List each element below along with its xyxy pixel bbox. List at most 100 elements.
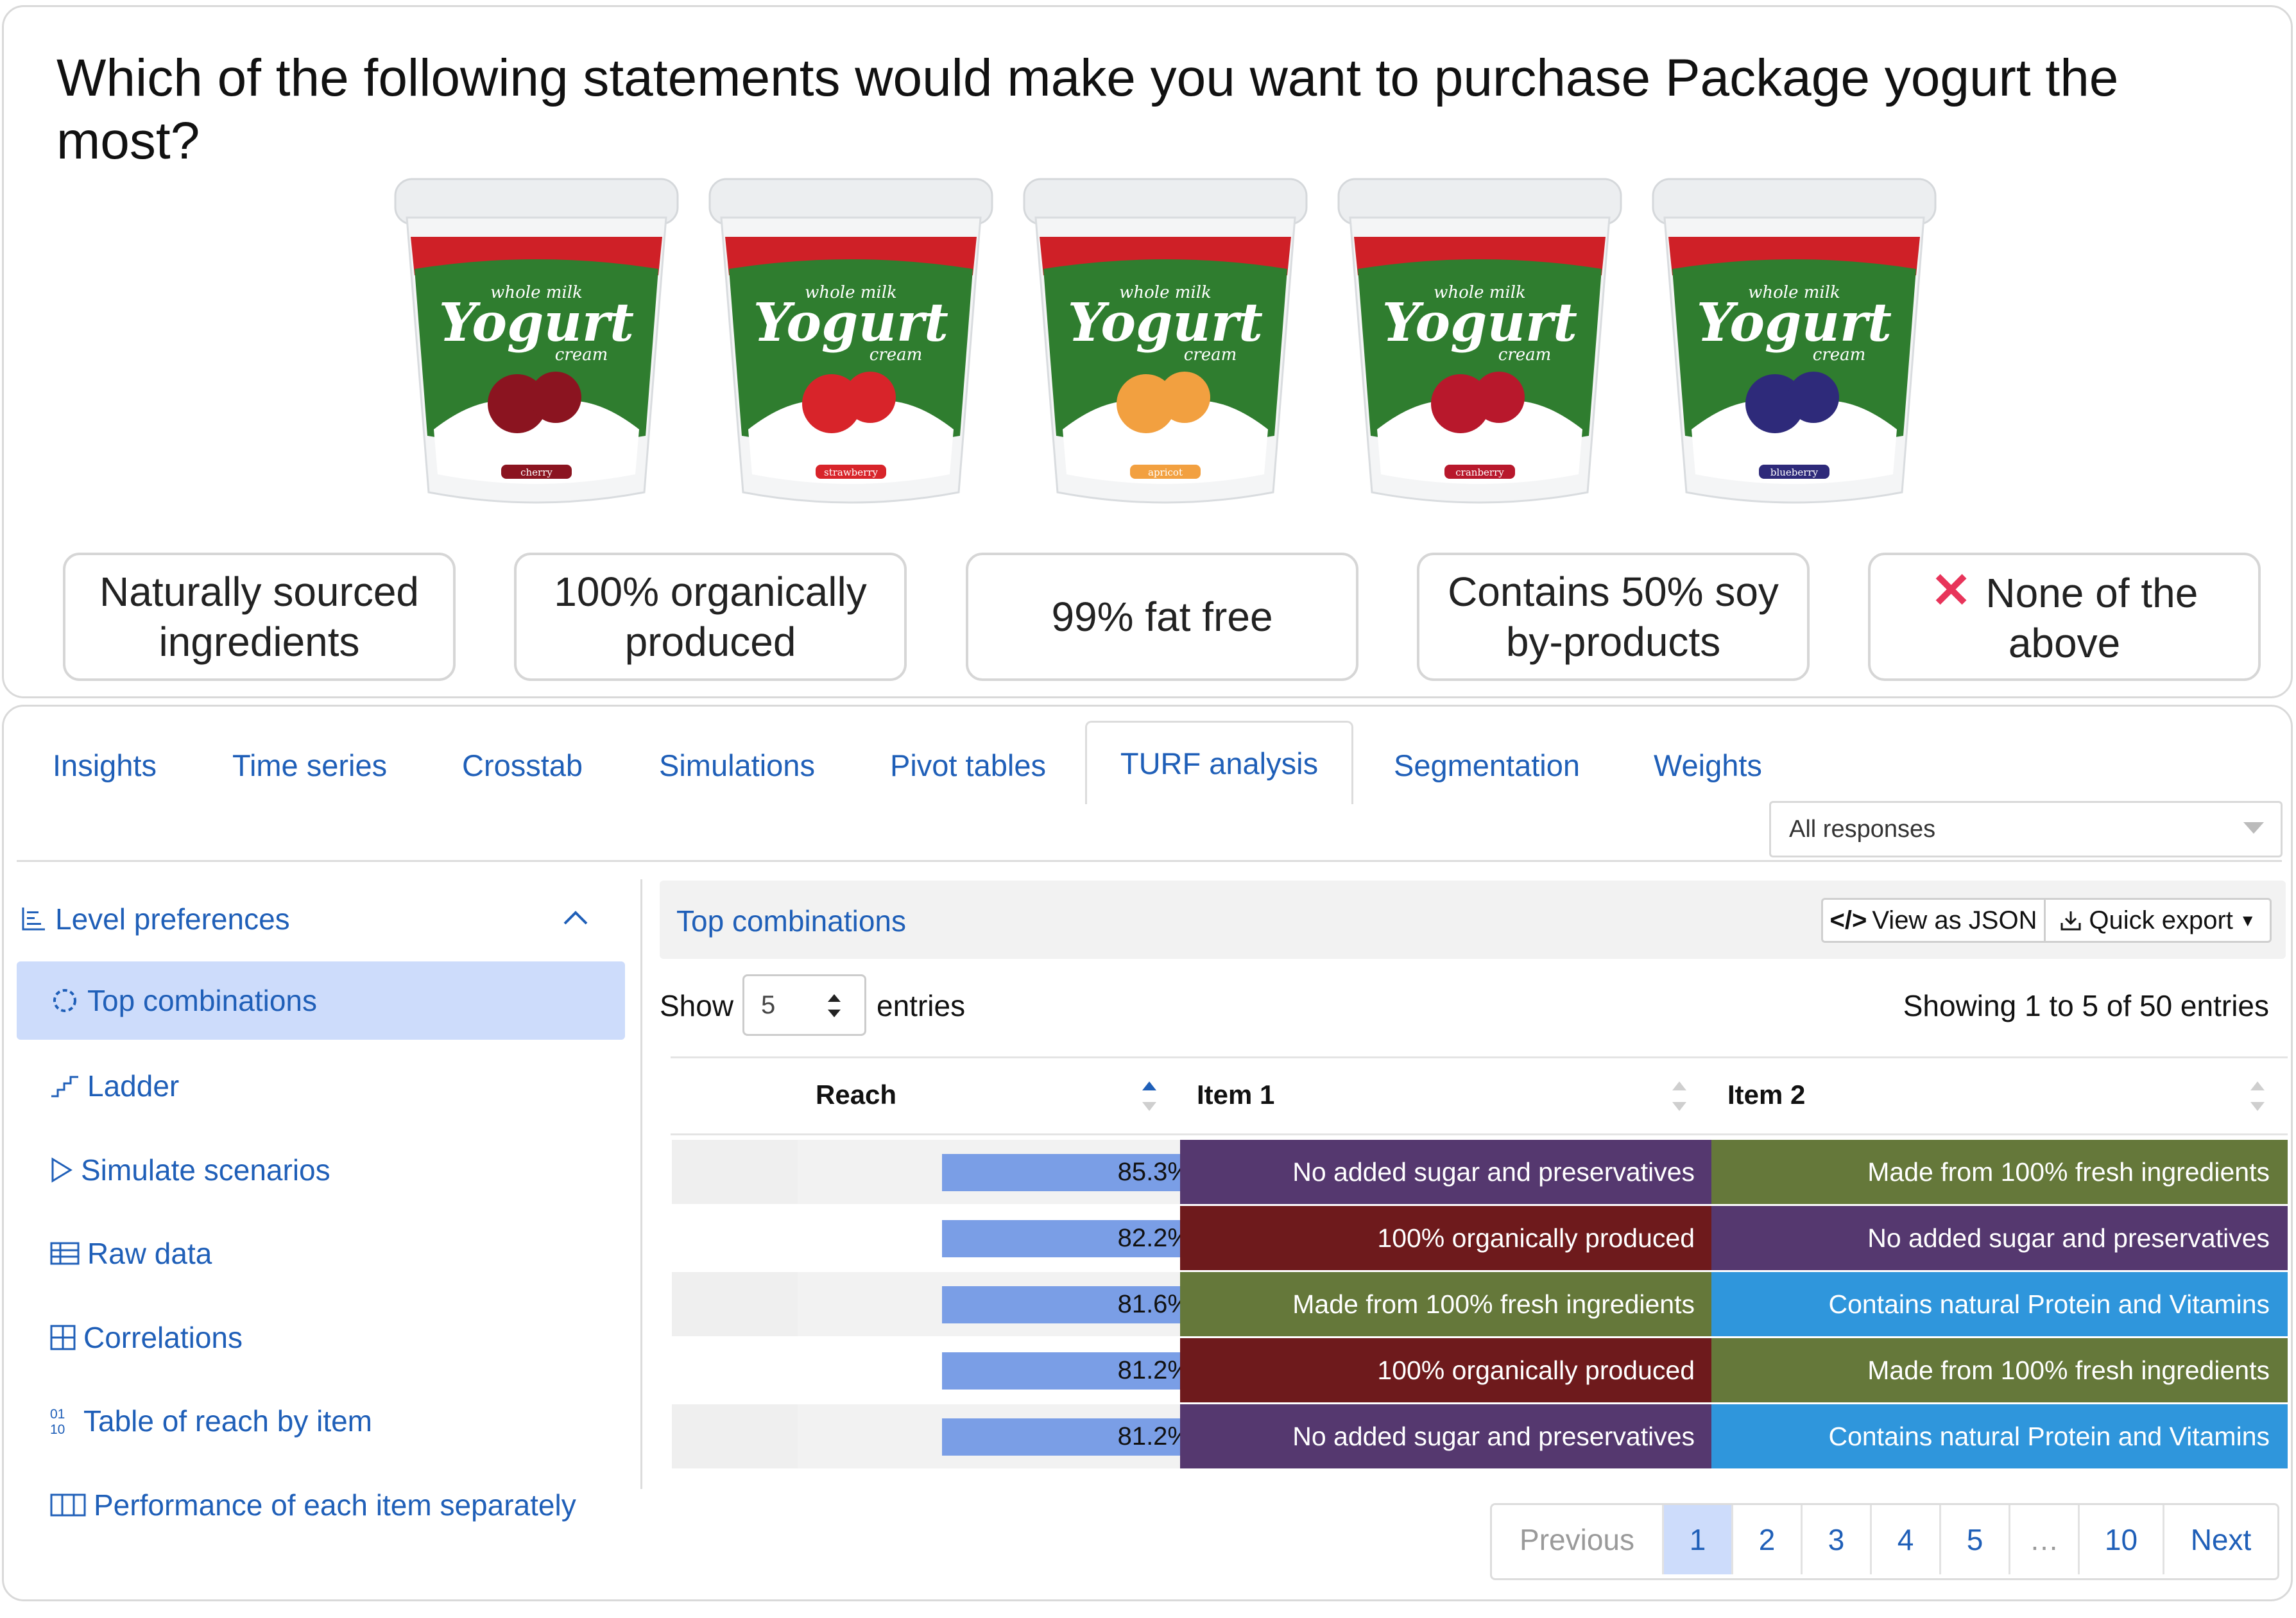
item1-cell: No added sugar and preservatives [1180,1140,1713,1204]
header-item2[interactable]: Item 2 [1727,1080,1805,1110]
sidebar-item-label: Simulate scenarios [81,1153,330,1187]
reach-value: 81.2% [1117,1356,1190,1384]
sidebar-item-label: Performance of each item separately [94,1488,576,1522]
option-organically-produced[interactable]: 100% organically produced [514,553,907,681]
cup-flavor: cranberry [1455,467,1504,478]
item2-cell: No added sugar and preservatives [1711,1206,2288,1270]
item2-cell: Made from 100% fresh ingredients [1711,1338,2288,1402]
sidebar-header-label: Level preferences [55,902,290,936]
page-10-button[interactable]: 10 [2080,1505,2164,1574]
bar-list-icon [19,905,47,933]
tab-label: TURF analysis [1120,746,1319,780]
option-soy-by-products[interactable]: Contains 50% soy by-products [1417,553,1810,681]
code-icon: </> [1829,906,1867,934]
tab-crosstab[interactable]: Crosstab [462,748,583,783]
table-top-rule [671,1056,2288,1058]
option-label-line2: by-products [1505,619,1721,665]
quick-export-button[interactable]: Quick export ▼ [2044,898,2272,943]
reach-value: 85.3% [1117,1158,1190,1186]
sidebar-item-top-combinations[interactable]: Top combinations [17,961,625,1040]
previous-button[interactable]: Previous [1492,1505,1664,1574]
tab-time-series[interactable]: Time series [232,748,387,783]
page-1-button[interactable]: 1 [1664,1505,1733,1574]
page-2-button[interactable]: 2 [1733,1505,1803,1574]
panel-header: Top combinations </> View as JSON Quick … [660,881,2286,959]
item1-cell: 100% organically produced [1180,1338,1713,1402]
sidebar-item-performance[interactable]: Performance of each item separately [50,1488,576,1522]
table-row[interactable]: 3 81.6% Made from 100% fresh ingredients… [672,1272,2288,1336]
page-5-button[interactable]: 5 [1941,1505,2010,1574]
cup-subtitle: cream [1184,345,1237,365]
option-none-of-the-above[interactable]: ✕ None of the above [1868,553,2261,681]
reach-cell: 81.6% [798,1272,1219,1336]
tab-insights[interactable]: Insights [53,748,157,783]
yogurt-cup: whole milkYogurtcreamstrawberry [708,178,993,504]
reach-value: 81.2% [1117,1422,1190,1450]
table-row[interactable]: 4 81.2% 100% organically produced Made f… [672,1338,2288,1402]
option-label-line2: ingredients [158,619,360,665]
option-label-line1: 100% organically [554,569,867,615]
sidebar-item-correlations[interactable]: Correlations [50,1320,243,1355]
cup-brand: Yogurt [1697,292,1892,354]
columns-icon [50,1492,86,1518]
tab-pivot-tables[interactable]: Pivot tables [890,748,1046,783]
table-row[interactable]: 5 81.2% No added sugar and preservatives… [672,1404,2288,1468]
tab-weights[interactable]: Weights [1654,748,1762,783]
cup-brand: Yogurt [1382,292,1577,354]
sidebar-divider [640,879,642,1489]
ellipsis: … [2010,1505,2080,1574]
view-json-button[interactable]: </> View as JSON [1821,898,2046,943]
responses-filter-select[interactable]: All responses [1769,801,2283,857]
option-label-line2: above [2008,619,2121,666]
next-button[interactable]: Next [2164,1505,2277,1574]
binary-icon: 01 10 [50,1406,76,1436]
table-row[interactable]: 1 85.3% No added sugar and preservatives… [672,1140,2288,1204]
page-4-button[interactable]: 4 [1872,1505,1941,1574]
tab-segmentation[interactable]: Segmentation [1394,748,1580,783]
sort-icon[interactable] [1670,1075,1689,1120]
show-label: Show [660,989,734,1022]
page-3-button[interactable]: 3 [1803,1505,1872,1574]
option-label-line1: 99% fat free [1051,594,1273,640]
yogurt-cup: whole milkYogurtcreamapricot [1023,178,1308,504]
sort-asc-icon[interactable] [1140,1075,1159,1120]
table-row[interactable]: 2 82.2% 100% organically produced No add… [672,1206,2288,1270]
sidebar-item-ladder[interactable]: Ladder [50,1069,179,1103]
sidebar-item-label: Table of reach by item [83,1404,373,1438]
reach-cell: 82.2% [798,1206,1222,1270]
product-images: whole milk Yogurt cream cherry whole milk Yog… [389,173,1942,519]
reach-cell: 81.2% [798,1404,1218,1468]
item2-cell: Contains natural Protein and Vitamins [1711,1404,2288,1468]
tab-simulations[interactable]: Simulations [659,748,815,783]
item1-cell: 100% organically produced [1180,1206,1713,1270]
play-icon [50,1157,73,1183]
cup-brand: Yogurt [439,292,634,354]
header-reach[interactable]: Reach [816,1080,896,1110]
cup-brand: Yogurt [753,292,948,354]
filter-value: All responses [1789,815,1936,843]
cup-flavor: blueberry [1770,467,1819,478]
quick-export-label: Quick export [2089,906,2233,934]
sort-icon[interactable] [2248,1075,2267,1120]
chevron-up-icon[interactable] [560,902,592,937]
updown-icon [826,990,843,1028]
sidebar-item-raw-data[interactable]: Raw data [50,1236,212,1271]
sidebar-item-simulate-scenarios[interactable]: Simulate scenarios [50,1153,330,1187]
pagination: Previous 1 2 3 4 5 … 10 Next [1490,1503,2279,1580]
option-naturally-sourced[interactable]: Naturally sourced ingredients [63,553,456,681]
entries-per-page-select[interactable]: 5 [742,974,866,1036]
option-fat-free[interactable]: 99% fat free [966,553,1358,681]
chevron-down-icon [2243,822,2264,834]
sidebar-header[interactable]: Level preferences [19,902,290,936]
header-item1[interactable]: Item 1 [1197,1080,1274,1110]
sidebar-item-table-of-reach[interactable]: 01 10 Table of reach by item [50,1404,372,1438]
option-label-line1: Naturally sourced [99,569,419,615]
sidebar-item-label: Ladder [87,1069,180,1103]
tab-turf-analysis[interactable]: TURF analysis [1085,721,1353,804]
item1-cell: No added sugar and preservatives [1180,1404,1713,1468]
cup-brand: Yogurt [1068,292,1263,354]
cup-flavor: strawberry [824,467,878,478]
sidebar-item-label: Raw data [87,1237,212,1270]
ladder-icon [50,1073,80,1099]
grid-icon [50,1325,76,1350]
